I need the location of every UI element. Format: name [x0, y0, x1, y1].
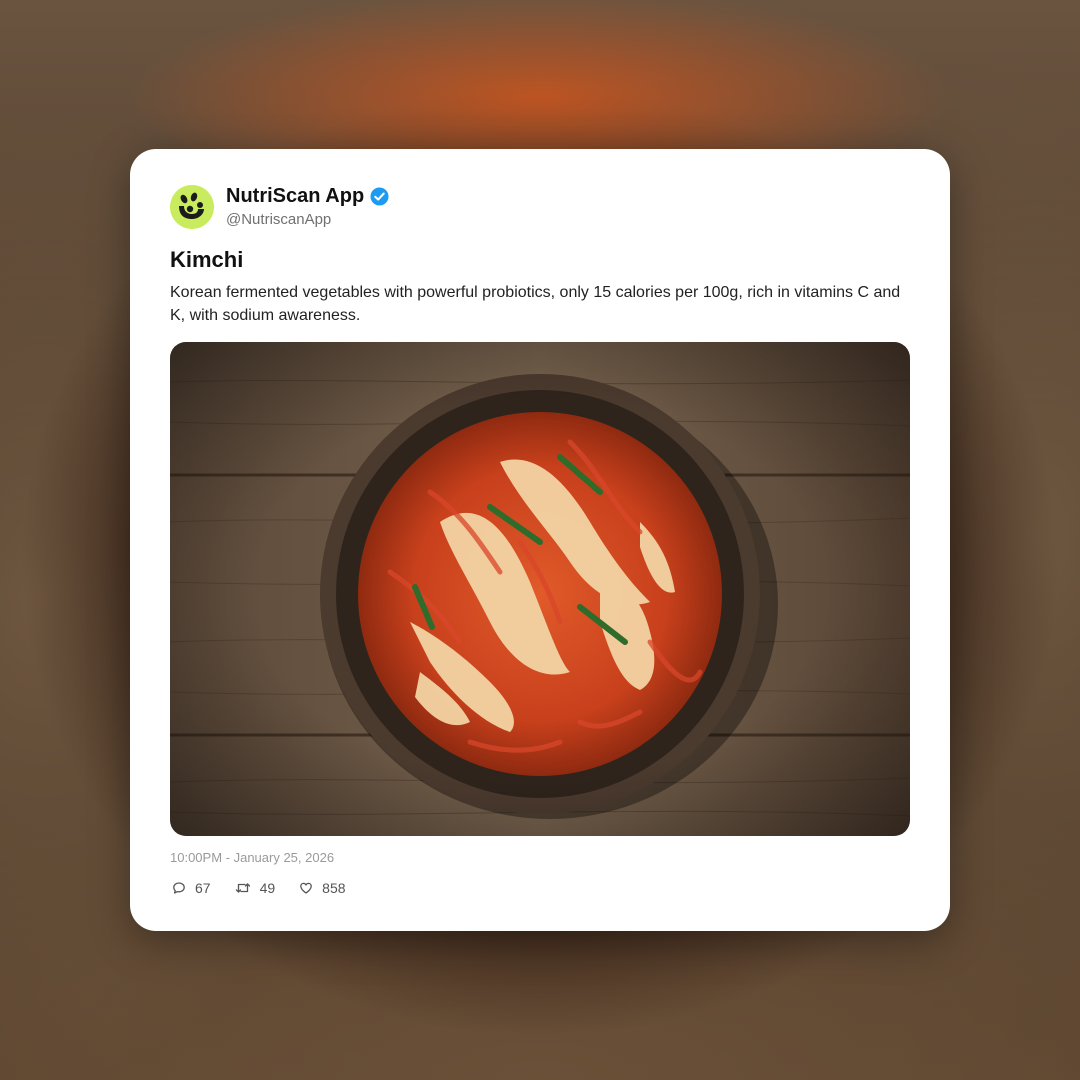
- post-image[interactable]: [170, 342, 910, 836]
- retweet-button[interactable]: 49: [235, 880, 276, 896]
- like-button[interactable]: 858: [299, 880, 346, 896]
- avatar[interactable]: [170, 185, 214, 229]
- account-name[interactable]: NutriScan App: [226, 185, 364, 208]
- kimchi-bowl-photo: [170, 342, 910, 836]
- reply-count: 67: [195, 880, 211, 896]
- post-card: NutriScan App @NutriscanApp Kimchi Korea…: [130, 149, 950, 931]
- like-count: 858: [322, 880, 346, 896]
- reply-button[interactable]: 67: [172, 880, 211, 896]
- retweet-count: 49: [259, 880, 276, 896]
- post-title: Kimchi: [170, 247, 244, 272]
- verified-badge-icon: [370, 187, 389, 206]
- nutriscan-logo-icon: [170, 185, 214, 229]
- post-description: Korean fermented vegetables with powerfu…: [170, 284, 901, 324]
- retweet-icon: [235, 883, 250, 893]
- heart-icon: [300, 882, 313, 894]
- engagement-stats: 67 49 858: [172, 880, 370, 896]
- post-timestamp: 10:00PM - January 25, 2026: [170, 850, 335, 865]
- account-name-row: NutriScan App: [226, 185, 389, 208]
- comment-icon: [173, 882, 185, 894]
- account-handle[interactable]: @NutriscanApp: [226, 211, 331, 228]
